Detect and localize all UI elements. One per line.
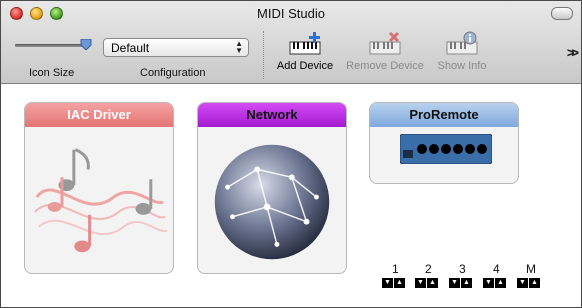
port-label-1: 1 — [392, 262, 399, 276]
configuration-value: Default — [111, 41, 150, 55]
port-arrows-3[interactable]: ▼ ▲ — [449, 278, 475, 290]
select-arrows-icon: ▲ ▼ — [235, 39, 243, 55]
port-out-icon: ▲ — [529, 278, 540, 288]
port-in-icon: ▼ — [415, 278, 426, 288]
device-iac-driver[interactable]: IAC Driver — [24, 102, 174, 274]
port-arrows-4[interactable]: ▼ ▲ — [483, 278, 509, 290]
icon-size-label: Icon Size — [29, 67, 75, 79]
device-name: ProRemote — [370, 103, 518, 127]
add-device-icon — [289, 32, 321, 55]
remove-device-button[interactable]: Remove Device — [343, 31, 427, 81]
port-out-icon: ▲ — [461, 278, 472, 288]
network-globe-icon — [214, 144, 330, 260]
port-in-icon: ▼ — [483, 278, 494, 288]
toolbar: MIDI Studio Icon Size Default ▲ ▼ Configu… — [1, 1, 581, 84]
show-info-label: Show Info — [437, 60, 487, 72]
port-out-icon: ▲ — [427, 278, 438, 288]
port-out-icon: ▲ — [394, 278, 405, 288]
port-label-m: M — [526, 262, 536, 276]
port-out-icon: ▲ — [495, 278, 506, 288]
midi-interface-icon — [400, 134, 492, 164]
music-notes-icon — [34, 148, 168, 253]
port-label-2: 2 — [425, 262, 432, 276]
show-info-icon — [446, 31, 478, 55]
toolbar-toggle-button[interactable] — [551, 7, 573, 20]
configuration-label: Configuration — [140, 67, 206, 79]
port-label-3: 3 — [459, 262, 466, 276]
icon-size-slider-thumb[interactable] — [80, 39, 92, 50]
add-device-button[interactable]: Add Device — [273, 31, 337, 81]
show-info-button[interactable]: Show Info — [432, 31, 492, 81]
device-name: Network — [198, 103, 346, 127]
remove-device-icon — [369, 31, 401, 55]
port-arrows-m[interactable]: ▼ ▲ — [517, 278, 543, 290]
add-device-label: Add Device — [276, 60, 334, 72]
port-in-icon: ▼ — [382, 278, 393, 288]
configuration-select[interactable]: Default ▲ ▼ — [103, 38, 249, 57]
remove-device-label: Remove Device — [346, 60, 424, 72]
toolbar-separator — [263, 31, 264, 79]
device-name: IAC Driver — [25, 103, 173, 127]
midi-studio-window: MIDI Studio Icon Size Default ▲ ▼ Configu… — [0, 0, 582, 308]
icon-size-slider[interactable] — [15, 44, 85, 47]
device-proremote[interactable]: ProRemote — [369, 102, 519, 184]
window-title: MIDI Studio — [257, 6, 325, 21]
port-in-icon: ▼ — [517, 278, 528, 288]
device-area: IAC Driver Network ProRemote 1 2 3 4 M ▼… — [1, 84, 581, 307]
port-arrows-2[interactable]: ▼ ▲ — [415, 278, 441, 290]
port-in-icon: ▼ — [449, 278, 460, 288]
toolbar-overflow-button[interactable]: >> — [567, 45, 579, 60]
port-label-4: 4 — [493, 262, 500, 276]
port-arrows-1[interactable]: ▼ ▲ — [382, 278, 408, 290]
device-network[interactable]: Network — [197, 102, 347, 274]
